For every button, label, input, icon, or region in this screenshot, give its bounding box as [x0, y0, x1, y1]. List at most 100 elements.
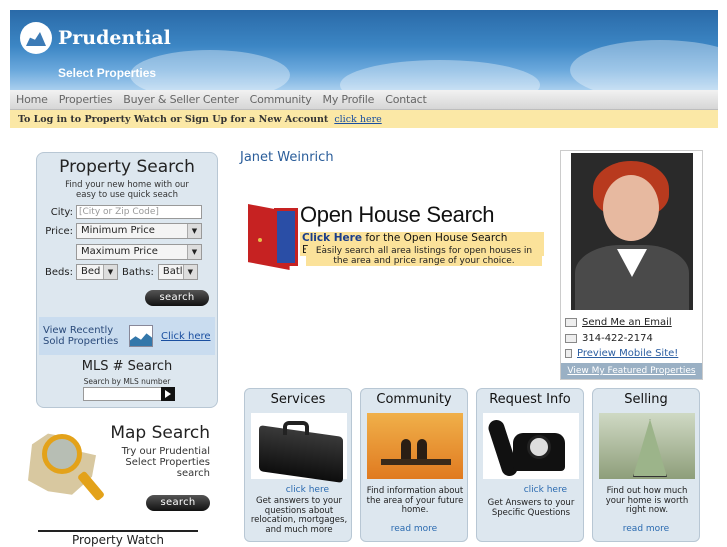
open-house-banner[interactable]: Open House Search Click Here for the Ope… [244, 198, 544, 272]
property-search-button[interactable]: search [145, 290, 209, 306]
property-watch-heading: Property Watch [38, 530, 198, 547]
tile-community[interactable]: Community Find information about the are… [360, 388, 468, 542]
open-house-desc-line: the area and price range of your choice. [333, 256, 515, 266]
brand-logo[interactable]: Prudential [20, 22, 171, 54]
tile-description: Get answers to your questions about relo… [250, 496, 348, 535]
property-search-panel: Property Search Find your new home with … [36, 152, 218, 408]
tile-title: Selling [624, 392, 668, 407]
community-photo [367, 413, 463, 479]
email-row: Send Me an Email [565, 317, 672, 328]
min-price-value: Minimum Price [81, 225, 155, 236]
min-price-select[interactable]: Minimum Price ▼ [76, 223, 202, 239]
left-column: Property Search Find your new home with … [28, 152, 218, 547]
tile-request-info[interactable]: Request Info click here Get Answers to y… [476, 388, 584, 542]
mls-go-button[interactable] [161, 387, 175, 401]
nav-contact[interactable]: Contact [385, 93, 427, 106]
chart-icon [129, 325, 153, 347]
login-banner-text: To Log in to Property Watch or Sign Up f… [18, 113, 329, 125]
mobile-icon [565, 349, 572, 358]
site-header: Prudential Select Properties [10, 10, 718, 90]
person-figure [401, 439, 411, 461]
tile-link[interactable]: read more [361, 524, 467, 534]
preview-mobile-link[interactable]: Preview Mobile Site! [577, 348, 678, 359]
map-search-title: Map Search [110, 423, 210, 443]
tile-title: Community [376, 392, 452, 407]
baths-label: Baths: [122, 266, 154, 278]
tile-link[interactable]: click here [245, 485, 351, 495]
chevron-down-icon: ▼ [103, 265, 117, 279]
tile-link[interactable]: click here [477, 485, 583, 495]
tile-link[interactable]: read more [593, 524, 699, 534]
agent-card: Send Me an Email 314-422-2174 Preview Mo… [560, 150, 703, 380]
chevron-down-icon: ▼ [182, 265, 197, 279]
bench [381, 459, 451, 465]
tile-selling[interactable]: Selling Find out how much your home is w… [592, 388, 700, 542]
tile-description: Find out how much your home is worth rig… [605, 486, 689, 515]
map-search-button[interactable]: search [146, 495, 210, 511]
agent-phone: 314-422-2174 [582, 333, 653, 344]
open-house-desc-line: Easily search all area listings for open… [315, 246, 533, 256]
nav-properties[interactable]: Properties [59, 93, 113, 106]
money-house-icon [599, 413, 695, 479]
map-sub-line: Try our Prudential [121, 446, 210, 457]
nav-community[interactable]: Community [250, 93, 312, 106]
envelope-icon [565, 318, 577, 327]
property-search-subtitle: Find your new home with our easy to use … [37, 180, 217, 200]
phone-icon [565, 334, 577, 343]
phone-dial [527, 435, 551, 459]
open-house-description: Easily search all area listings for open… [306, 246, 542, 266]
subtitle-line: easy to use quick seach [76, 190, 178, 200]
max-price-select[interactable]: Maximum Price ▼ [76, 244, 202, 260]
tile-title: Request Info [489, 392, 571, 407]
city-label: City: [50, 206, 73, 218]
map-search-subtitle: Try our Prudential Select Properties sea… [114, 446, 210, 479]
send-email-link[interactable]: Send Me an Email [582, 317, 672, 328]
tile-title: Services [270, 392, 326, 407]
telephone-icon [483, 413, 579, 479]
sold-text-line: View Recently [43, 325, 114, 336]
chevron-down-icon: ▼ [187, 245, 201, 259]
beds-label: Beds: [45, 266, 73, 278]
briefcase-icon [251, 413, 347, 483]
person-figure [417, 439, 427, 461]
nav-home[interactable]: Home [16, 93, 48, 106]
brand-name: Prudential [58, 27, 171, 49]
recently-sold-panel: View Recently Sold Properties Click here [39, 317, 215, 355]
nav-buyer-seller-center[interactable]: Buyer & Seller Center [123, 93, 239, 106]
featured-properties-link[interactable]: View My Featured Properties [561, 363, 702, 379]
page: Prudential Select Properties Home Proper… [0, 0, 727, 547]
briefcase-handle [283, 421, 309, 435]
tile-services[interactable]: Services click here Get answers to your … [244, 388, 352, 542]
phone-row: 314-422-2174 [565, 333, 653, 344]
tile-description: Find information about the area of your … [366, 486, 464, 515]
main-nav: Home Properties Buyer & Seller Center Co… [10, 90, 718, 110]
mls-number-input[interactable] [83, 387, 163, 401]
subtitle-line: Find your new home with our [65, 180, 189, 190]
nav-my-profile[interactable]: My Profile [323, 93, 375, 106]
map-sub-line: Select Properties [125, 457, 210, 468]
brand-subtitle: Select Properties [58, 66, 157, 80]
baths-select[interactable]: Batl ▼ [157, 264, 198, 280]
login-link[interactable]: click here [334, 114, 381, 125]
city-input[interactable]: [City or Zip Code] [76, 205, 202, 219]
chevron-down-icon: ▼ [187, 224, 201, 238]
open-house-click-here: Click Here [302, 232, 362, 244]
mobile-row: Preview Mobile Site! [565, 348, 678, 359]
door-opening [274, 208, 298, 266]
price-label: Price: [45, 225, 73, 237]
photo-face [603, 175, 659, 241]
magnifier-icon [42, 434, 82, 474]
recently-sold-text: View Recently Sold Properties [43, 325, 123, 347]
beds-select[interactable]: Bed ▼ [76, 264, 118, 280]
cloud-decoration [570, 40, 718, 90]
cloud-decoration [340, 60, 540, 90]
property-search-title: Property Search [59, 157, 195, 177]
open-house-title: Open House Search [300, 202, 495, 227]
baths-value: Batl [162, 266, 183, 277]
rock-logo-icon [20, 22, 52, 54]
agent-photo [571, 153, 693, 310]
recently-sold-link[interactable]: Click here [161, 331, 211, 342]
agent-name: Janet Weinrich [240, 150, 334, 165]
beds-value: Bed [81, 266, 101, 277]
map-sub-line: search [176, 468, 210, 479]
